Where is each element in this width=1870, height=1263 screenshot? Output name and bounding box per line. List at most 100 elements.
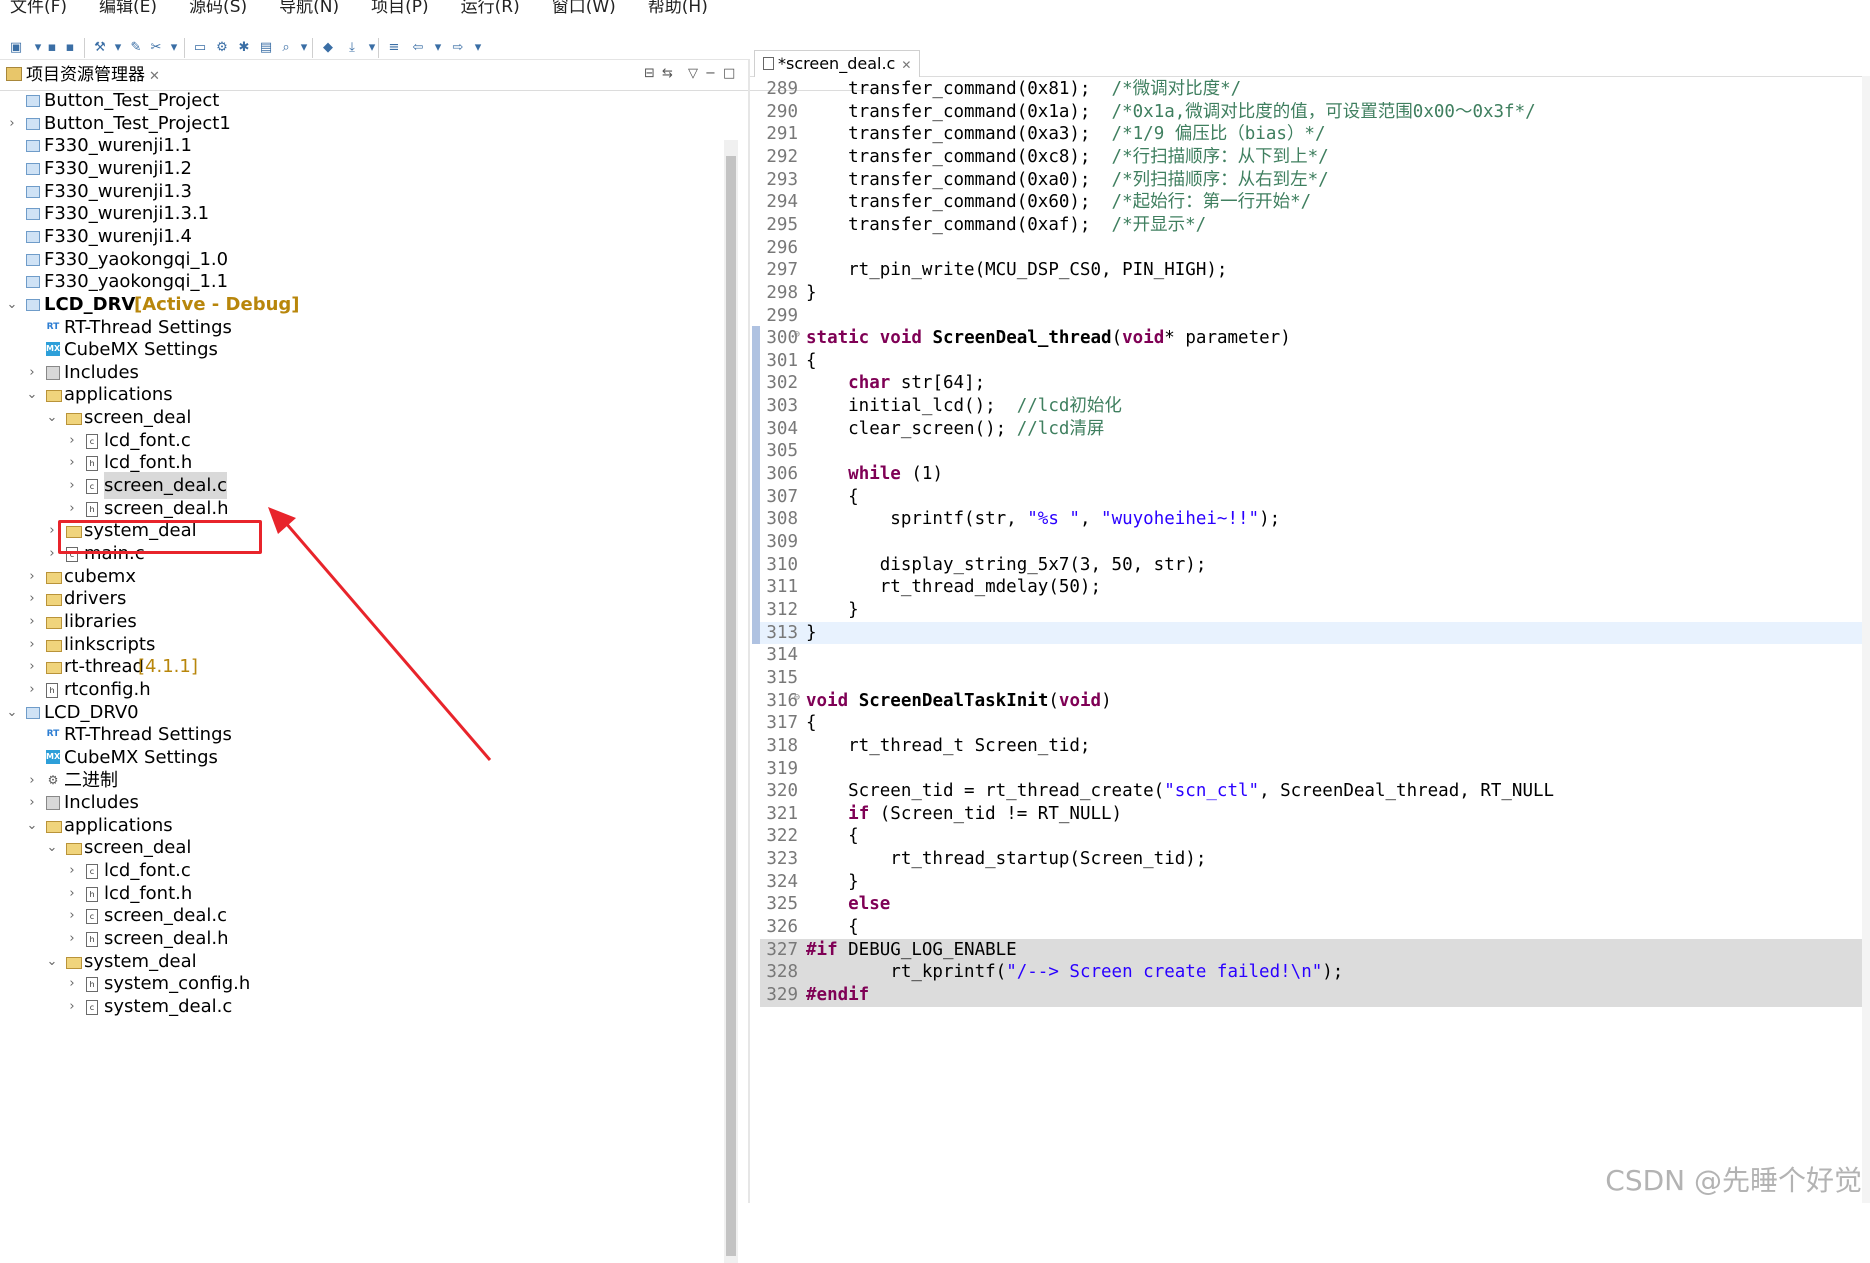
editor-scrollbar[interactable] (1862, 76, 1870, 1203)
h-file-icon: h (86, 456, 98, 472)
code-line[interactable]: 323 rt_thread_startup(Screen_tid); (760, 848, 1870, 871)
code-line[interactable]: 321 if (Screen_tid != RT_NULL) (760, 803, 1870, 826)
dropdown-icon[interactable]: ▾ (430, 40, 446, 56)
menu-item[interactable]: 项目(P) (371, 0, 429, 14)
code-text: rt_thread_startup(Screen_tid); (806, 849, 1207, 870)
code-line[interactable]: 310 display_string_5x7(3, 50, str); (760, 554, 1870, 577)
collapse-all-icon[interactable]: ⊟ (644, 66, 655, 81)
code-line[interactable]: 314 (760, 644, 1870, 667)
code-line[interactable]: 292 transfer_command(0xc8); /*行扫描顺序：从下到上… (760, 146, 1870, 169)
terminal-icon[interactable]: ▭ (192, 40, 208, 56)
code-line[interactable]: 318 rt_thread_t Screen_tid; (760, 735, 1870, 758)
code-line[interactable]: 309 (760, 531, 1870, 554)
view-menu-icon[interactable]: ▽ (688, 66, 698, 81)
code-line[interactable]: 295 transfer_command(0xaf); /*开显示*/ (760, 214, 1870, 237)
code-line[interactable]: 313} (760, 621, 1870, 645)
explorer-scrollbar-thumb[interactable] (726, 156, 736, 1256)
code-line[interactable]: 327 #if DEBUG_LOG_ENABLE (760, 938, 1870, 962)
project-icon (26, 298, 40, 311)
code-line[interactable]: 303 initial_lcd(); //lcd初始化 (760, 395, 1870, 418)
code-line[interactable]: 291 transfer_command(0xa3); /*1/9 偏压比（bi… (760, 123, 1870, 146)
tools-icon[interactable]: ✂ (148, 40, 164, 56)
code-line[interactable]: 308 sprintf(str, "%s ", "wuyoheihei~!!")… (760, 508, 1870, 531)
code-line[interactable]: 311 rt_thread_mdelay(50); (760, 576, 1870, 599)
settings-icon[interactable]: ⚙ (214, 40, 230, 56)
save-icon[interactable]: ▪ (44, 40, 60, 56)
code-line[interactable]: 304 clear_screen(); //lcd清屏 (760, 418, 1870, 441)
menu-item[interactable]: 导航(N) (279, 0, 339, 14)
code-line[interactable]: 322 { (760, 825, 1870, 848)
code-line[interactable]: 298} (760, 282, 1870, 305)
code-line[interactable]: 325 else (760, 893, 1870, 916)
dropdown-icon[interactable]: ▾ (110, 40, 126, 56)
project-explorer-tab[interactable]: 项目资源管理器 ✕ (6, 64, 160, 88)
code-line[interactable]: 324 } (760, 871, 1870, 894)
back-icon[interactable]: ⇦ (410, 40, 426, 56)
code-line[interactable]: 294 transfer_command(0x60); /*起始行：第一行开始*… (760, 191, 1870, 214)
code-line[interactable]: 301 { (760, 350, 1870, 373)
menu-item[interactable]: 运行(R) (461, 0, 520, 14)
open-icon[interactable]: ▤ (258, 40, 274, 56)
download-icon[interactable]: ⤓ (344, 40, 360, 56)
fold-icon[interactable]: ⊖ (794, 687, 800, 710)
code-line[interactable]: 326 { (760, 916, 1870, 939)
code-line[interactable]: 320 Screen_tid = rt_thread_create("scn_c… (760, 780, 1870, 803)
menu-item[interactable]: 帮助(H) (648, 0, 708, 14)
code-line[interactable]: 302 char str[64]; (760, 372, 1870, 395)
code-line[interactable]: 317 { (760, 712, 1870, 735)
maximize-icon[interactable]: □ (723, 66, 735, 81)
code-line[interactable]: 289 transfer_command(0x81); /*微调对比度*/ (760, 78, 1870, 101)
search-icon[interactable]: ⌕ (278, 40, 294, 56)
code-line[interactable]: 329 #endif (760, 984, 1870, 1007)
debug-icon[interactable]: ✱ (236, 40, 252, 56)
explorer-scrollbar[interactable] (724, 140, 738, 1263)
save-all-icon[interactable]: ▪ (62, 40, 78, 56)
code-line[interactable]: 306 while (1) (760, 463, 1870, 486)
menu-item[interactable]: 源码(S) (189, 0, 247, 14)
build-icon[interactable]: ⚒ (92, 40, 108, 56)
fold-icon[interactable]: ⊖ (794, 324, 800, 347)
includes-icon (46, 365, 60, 380)
code-editor[interactable]: 289 transfer_command(0x81); /*微调对比度*/290… (760, 78, 1870, 1203)
menu-item[interactable]: 窗口(W) (552, 0, 616, 14)
menu-item[interactable]: 编辑(E) (99, 0, 157, 14)
code-text: transfer_command(0xa3); /*1/9 偏压比（bias）*… (806, 124, 1326, 145)
code-line[interactable]: 297 rt_pin_write(MCU_DSP_CS0, PIN_HIGH); (760, 259, 1870, 282)
code-line[interactable]: 300 ⊖ static void ScreenDeal_thread(void* … (760, 327, 1870, 350)
tree-item[interactable]: › c system_deal.c (0, 993, 720, 1020)
forward-icon[interactable]: ⇨ (450, 40, 466, 56)
dropdown-icon[interactable]: ▾ (296, 40, 312, 56)
code-line[interactable]: 293 transfer_command(0xa0); /*列扫描顺序：从右到左… (760, 169, 1870, 192)
code-line[interactable]: 290 transfer_command(0x1a); /*0x1a,微调对比度… (760, 101, 1870, 124)
stack-icon[interactable]: ≡ (386, 40, 402, 56)
code-text: { (806, 350, 817, 371)
folder-icon (66, 413, 82, 426)
line-number: 306 (766, 464, 798, 485)
close-icon[interactable]: ✕ (901, 58, 911, 72)
code-line[interactable]: 299 (760, 305, 1870, 328)
code-line[interactable]: 316 ⊖ void ScreenDealTaskInit(void) (760, 690, 1870, 713)
dropdown-icon[interactable]: ▾ (470, 40, 486, 56)
link-editor-icon[interactable]: ⇆ (662, 66, 673, 81)
code-text: { (806, 486, 859, 507)
code-text: while (1) (848, 464, 943, 485)
menu-item[interactable]: 文件(F) (10, 0, 67, 14)
dropdown-icon[interactable]: ▾ (166, 40, 182, 56)
code-line[interactable]: 319 (760, 758, 1870, 781)
code-text: { (806, 917, 859, 938)
code-line[interactable]: 307 { (760, 486, 1870, 509)
code-line[interactable]: 328 rt_kprintf("/--> Screen create faile… (760, 961, 1870, 985)
code-line[interactable]: 305 (760, 440, 1870, 463)
close-icon[interactable]: ✕ (149, 69, 160, 84)
chevron-right-icon[interactable]: › (66, 993, 78, 1020)
editor-tab-screen-deal-c[interactable]: *screen_deal.c ✕ (754, 50, 921, 77)
code-line[interactable]: 312 } (760, 599, 1870, 622)
panel-splitter[interactable] (748, 60, 750, 1203)
code-text: Screen_tid = rt_thread_create("scn_ctl",… (806, 781, 1555, 802)
new-icon[interactable]: ▣ (8, 40, 24, 56)
code-line[interactable]: 315 (760, 667, 1870, 690)
layers-icon[interactable]: ◆ (320, 40, 336, 56)
clean-icon[interactable]: ✎ (128, 40, 144, 56)
code-line[interactable]: 296 (760, 237, 1870, 260)
minimize-icon[interactable]: − (705, 66, 716, 81)
